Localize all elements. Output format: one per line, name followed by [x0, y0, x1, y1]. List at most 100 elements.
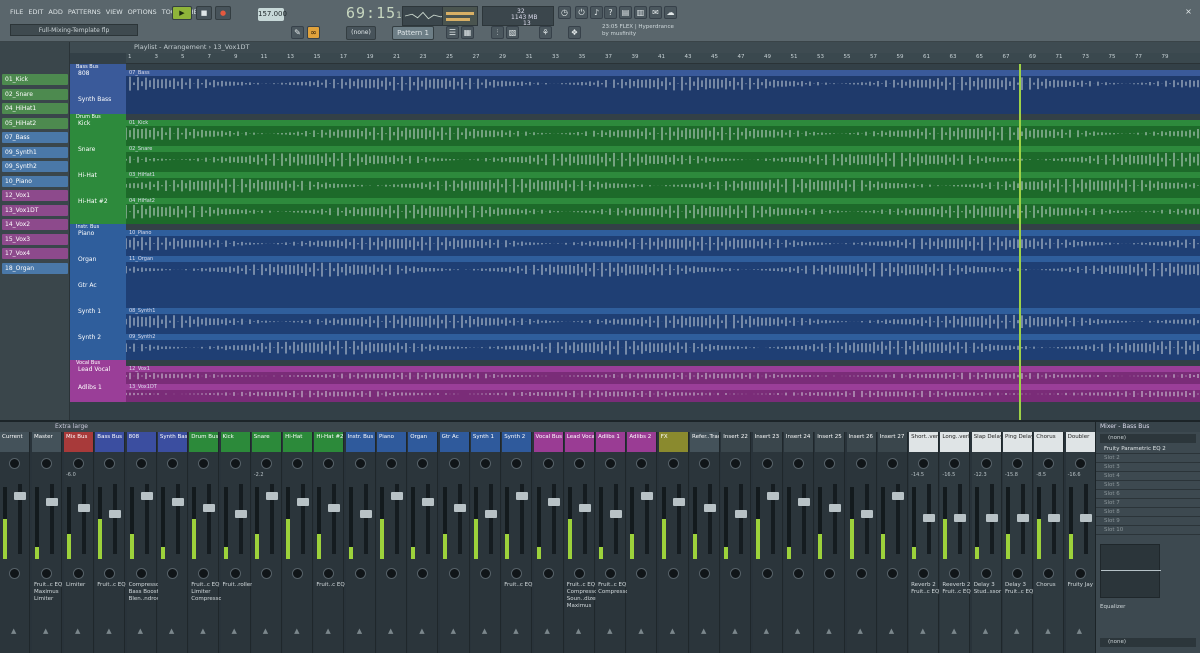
strip-name[interactable]: Mix Bus	[64, 432, 93, 452]
send-arrow[interactable]: ▲	[513, 627, 518, 635]
fader-handle[interactable]	[766, 492, 779, 500]
mixer-layout-label[interactable]: Extra large	[55, 423, 88, 430]
stereo-knob[interactable]	[166, 568, 178, 579]
send-arrow[interactable]: ▲	[795, 627, 800, 635]
mixer-strip[interactable]: Gtr Ac ▲	[439, 432, 470, 653]
strip-name[interactable]: 808	[126, 432, 156, 452]
track-lane[interactable]	[126, 282, 1200, 308]
channel-09-synth2[interactable]: 09_Synth2	[2, 161, 68, 172]
track-header[interactable]: Synth Bass	[70, 96, 126, 114]
send-arrow[interactable]: ▲	[419, 627, 424, 635]
plugin-icon[interactable]: ⚘	[539, 26, 552, 39]
pan-knob[interactable]	[1074, 458, 1086, 469]
channel-17-vox4[interactable]: 17_Vox4	[2, 248, 68, 259]
strip-name[interactable]: Master	[32, 432, 61, 452]
eq-graph[interactable]	[1100, 544, 1161, 598]
output-select[interactable]: (none)	[1100, 638, 1196, 647]
stereo-knob[interactable]	[292, 568, 304, 579]
pan-knob[interactable]	[1043, 458, 1055, 469]
track-header[interactable]: Organ	[70, 256, 126, 282]
volume-fader[interactable]	[578, 484, 591, 554]
volume-fader[interactable]	[766, 484, 779, 554]
fader-handle[interactable]	[484, 510, 497, 518]
volume-fader[interactable]	[860, 484, 873, 554]
mixer-strip[interactable]: Synth 2 Fruit..c EQ 2 ▲	[502, 432, 538, 653]
track-header[interactable]: Snare	[70, 146, 126, 172]
mixer-strip[interactable]: Master Fruit..c EQ 2 Maximus Limiter ▲	[32, 432, 68, 653]
fader-handle[interactable]	[359, 510, 372, 518]
volume-fader[interactable]	[109, 484, 122, 554]
browser-icon[interactable]: ❖	[568, 26, 581, 39]
stereo-knob[interactable]	[542, 568, 554, 579]
menu-file[interactable]: FILE	[10, 8, 23, 16]
mixer-strip[interactable]: Insert 22 ▲	[721, 432, 752, 653]
stereo-knob[interactable]	[605, 568, 617, 579]
send-arrow[interactable]: ▲	[889, 627, 894, 635]
mixer-strip[interactable]: Insert 24 ▲	[783, 432, 814, 653]
send-arrow[interactable]: ▲	[670, 627, 675, 635]
pan-knob[interactable]	[792, 458, 804, 469]
strip-name[interactable]: Kick	[220, 432, 250, 452]
timeline-ruler[interactable]: 1 3 5 7 9 11 13 15 17 19 21 23 25 27 29 31 33 35 37 39 41 43 4…	[126, 53, 1200, 64]
mixer-strip[interactable]: Hi-Hat #2 Fruit..c EQ 2 ▲	[314, 432, 350, 653]
channel-09-synth1[interactable]: 09_Synth1	[2, 146, 68, 158]
fx-item[interactable]: Fruit..c EQ 2	[34, 582, 68, 589]
mixer-strip[interactable]: Adlibs 2 ▲	[627, 432, 658, 653]
fx-item[interactable]: Compressor	[129, 582, 162, 589]
volume-fader[interactable]	[78, 484, 90, 554]
send-arrow[interactable]: ▲	[106, 627, 111, 635]
strip-name[interactable]: Adlibs 1	[596, 432, 626, 452]
mixer-strip[interactable]: Organ ▲	[408, 432, 439, 653]
send-arrow[interactable]: ▲	[607, 627, 612, 635]
strip-name[interactable]: Slap Delay	[971, 432, 1001, 452]
fader-handle[interactable]	[234, 510, 247, 518]
fx-item[interactable]: Maximus	[34, 589, 68, 596]
fx-item[interactable]: Limiter	[66, 582, 85, 589]
pan-knob[interactable]	[166, 458, 178, 469]
pan-knob[interactable]	[824, 458, 836, 469]
pan-knob[interactable]	[198, 458, 210, 469]
mixer-strip[interactable]: Adlibs 1 Fruit..c EQ 2 Compressor ▲	[596, 432, 632, 653]
volume-fader[interactable]	[422, 484, 435, 554]
channel-07-bass[interactable]: 07_Bass	[2, 132, 68, 143]
strip-name[interactable]: Adlibs 2	[627, 432, 657, 452]
stereo-knob[interactable]	[229, 568, 241, 579]
pan-knob[interactable]	[417, 458, 429, 469]
menu-add[interactable]: ADD	[48, 8, 62, 16]
pan-knob[interactable]	[855, 458, 867, 469]
strip-name[interactable]: Refer..Track	[690, 432, 719, 452]
stereo-knob[interactable]	[949, 568, 961, 579]
channel-01-kick[interactable]: 01_Kick	[2, 74, 68, 85]
mixer-strip[interactable]: Lead Vocal Fruit..c EQ 2 Compressor Soun..d…	[564, 432, 600, 653]
fader-handle[interactable]	[797, 498, 810, 506]
playhead[interactable]	[1019, 64, 1021, 420]
playlist-icon[interactable]: ☰	[446, 26, 459, 39]
fx-item[interactable]: Chorus	[1036, 582, 1055, 589]
strip-name[interactable]: Snare	[251, 432, 281, 452]
mixer-strip[interactable]: Drum Bus Fruit..c EQ 2 Limiter Compressor ▲	[189, 432, 225, 653]
fader-handle[interactable]	[578, 504, 591, 512]
fader-handle[interactable]	[14, 492, 26, 500]
fx-item[interactable]: Bass Boost	[129, 589, 162, 596]
stereo-knob[interactable]	[1074, 568, 1086, 579]
strip-name[interactable]: Organ	[408, 432, 438, 452]
menu-edit[interactable]: EDIT	[28, 8, 43, 16]
track-header[interactable]: Gtr Ac	[70, 282, 126, 308]
stereo-knob[interactable]	[448, 568, 460, 579]
send-arrow[interactable]: ▲	[325, 627, 330, 635]
fader-handle[interactable]	[672, 498, 685, 506]
track-header[interactable]: Synth 1	[70, 308, 126, 334]
send-arrow[interactable]: ▲	[169, 627, 174, 635]
fader-handle[interactable]	[1079, 514, 1092, 522]
stereo-knob[interactable]	[824, 568, 836, 579]
fader-handle[interactable]	[735, 510, 748, 518]
track-header[interactable]: Synth 2	[70, 334, 126, 360]
stereo-knob[interactable]	[9, 568, 20, 579]
strip-name[interactable]: Insert 24	[783, 432, 813, 452]
fader-handle[interactable]	[453, 504, 466, 512]
news-panel[interactable]: 23:05 FLEX | Hyperdrance by musfinity	[602, 24, 674, 38]
volume-fader[interactable]	[171, 484, 184, 554]
tempo-display[interactable]: 157.000	[258, 8, 287, 21]
mixer-strip[interactable]: Insert 23 ▲	[752, 432, 783, 653]
strip-name[interactable]: Insert 26	[846, 432, 876, 452]
